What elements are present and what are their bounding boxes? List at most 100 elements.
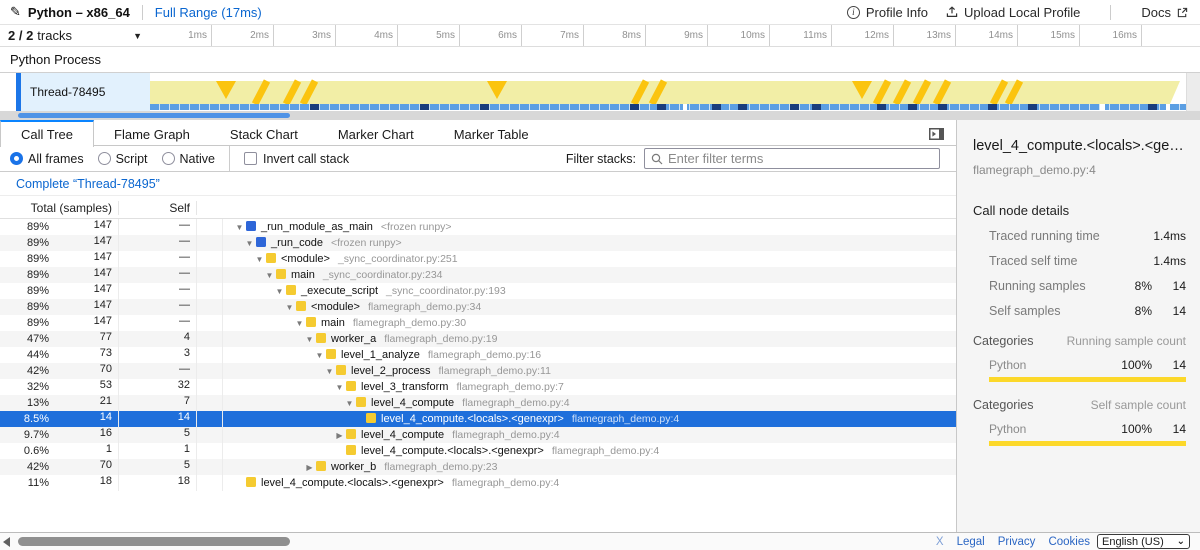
docs-link[interactable]: Docs [1141, 5, 1188, 20]
footer-link-cookies[interactable]: Cookies [1048, 536, 1090, 548]
radio-native[interactable]: Native [162, 152, 215, 166]
radio-icon [98, 152, 111, 165]
twisty-icon[interactable]: ▶ [303, 463, 316, 472]
call-node[interactable]: level_4_compute.<locals>.<genexpr>flameg… [223, 445, 956, 457]
column-total-samples[interactable]: Total (samples) [0, 201, 119, 215]
tab-call-tree[interactable]: Call Tree [0, 120, 94, 147]
call-tree-row[interactable]: 13%217▼level_4_computeflamegraph_demo.py… [0, 395, 956, 411]
call-node[interactable]: ▼_run_module_as_main<frozen runpy> [223, 221, 956, 233]
twisty-icon[interactable]: ▼ [343, 399, 356, 408]
filter-search-box[interactable] [644, 148, 940, 169]
thread-track-row[interactable]: Thread-78495 [0, 73, 1200, 111]
sidebar-toggle-icon[interactable] [929, 127, 944, 145]
row-percent: 11% [0, 477, 55, 489]
ruler-tick: 7ms [522, 25, 584, 46]
twisty-icon[interactable]: ▼ [273, 287, 286, 296]
radio-script[interactable]: Script [98, 152, 148, 166]
call-tree-row[interactable]: 89%147—▼_run_module_as_main<frozen runpy… [0, 219, 956, 235]
twisty-icon[interactable]: ▼ [313, 351, 326, 360]
call-tree-row[interactable]: 47%774▼worker_aflamegraph_demo.py:19 [0, 331, 956, 347]
call-node-details-heading: Call node details [973, 203, 1186, 218]
row-percent: 89% [0, 221, 55, 233]
call-tree-row[interactable]: 42%70—▼level_2_processflamegraph_demo.py… [0, 363, 956, 379]
twisty-icon[interactable]: ▼ [243, 239, 256, 248]
twisty-icon[interactable]: ▼ [283, 303, 296, 312]
ruler-tick: 4ms [336, 25, 398, 46]
call-node[interactable]: ▶worker_bflamegraph_demo.py:23 [223, 461, 956, 473]
call-node[interactable]: ▶level_4_computeflamegraph_demo.py:4 [223, 429, 956, 441]
call-tree-row[interactable]: 0.6%11level_4_compute.<locals>.<genexpr>… [0, 443, 956, 459]
category-icon [306, 317, 316, 327]
twisty-icon[interactable]: ▼ [253, 255, 266, 264]
tab-stack-chart[interactable]: Stack Chart [210, 120, 318, 146]
call-node[interactable]: ▼level_1_analyzeflamegraph_demo.py:16 [223, 349, 956, 361]
full-range-link[interactable]: Full Range (17ms) [155, 5, 262, 20]
chevron-down-icon: ▼ [133, 31, 142, 41]
call-node[interactable]: ▼level_3_transformflamegraph_demo.py:7 [223, 381, 956, 393]
tab-marker-chart[interactable]: Marker Chart [318, 120, 434, 146]
call-tree-row[interactable]: 89%147—▼main_sync_coordinator.py:234 [0, 267, 956, 283]
filter-search-input[interactable] [668, 151, 933, 166]
row-self: 5 [119, 427, 197, 443]
breadcrumb-complete-thread[interactable]: Complete “Thread-78495” [16, 177, 160, 191]
call-tree-row[interactable]: 89%147—▼mainflamegraph_demo.py:30 [0, 315, 956, 331]
function-name: <module> [311, 301, 360, 313]
call-node[interactable]: level_4_compute.<locals>.<genexpr>flameg… [223, 477, 956, 489]
upload-profile-button[interactable]: Upload Local Profile [946, 5, 1080, 20]
call-node[interactable]: ▼main_sync_coordinator.py:234 [223, 269, 956, 281]
call-node[interactable]: level_4_compute.<locals>.<genexpr>flameg… [223, 413, 956, 425]
category-icon [256, 237, 266, 247]
ruler-tick: 1ms [150, 25, 212, 46]
tab-marker-table[interactable]: Marker Table [434, 120, 549, 146]
profile-info-button[interactable]: i Profile Info [847, 5, 928, 20]
breadcrumb-row: Complete “Thread-78495” [0, 172, 956, 196]
twisty-icon[interactable]: ▼ [323, 367, 336, 376]
timeline-scroll-thumb[interactable] [18, 113, 290, 118]
edit-pencil-icon[interactable]: ✎ [10, 4, 21, 20]
call-tree-row[interactable]: 89%147—▼<module>flamegraph_demo.py:34 [0, 299, 956, 315]
category-header: CategoriesRunning sample count [973, 334, 1186, 348]
row-total: 147 [55, 267, 119, 283]
call-node[interactable]: ▼<module>flamegraph_demo.py:34 [223, 301, 956, 313]
horizontal-scroll-thumb[interactable] [18, 537, 290, 546]
footer-link-legal[interactable]: Legal [957, 536, 985, 548]
thread-track-label[interactable]: Thread-78495 [21, 73, 150, 111]
timeline-tracks-area: Python Process Thread-78495 [0, 47, 1200, 120]
call-node[interactable]: ▼level_4_computeflamegraph_demo.py:4 [223, 397, 956, 409]
call-tree-row[interactable]: 89%147—▼_execute_script_sync_coordinator… [0, 283, 956, 299]
twisty-icon[interactable]: ▼ [233, 223, 246, 232]
twisty-icon[interactable]: ▼ [333, 383, 346, 392]
column-self[interactable]: Self [119, 201, 197, 215]
call-node[interactable]: ▼_run_code<frozen runpy> [223, 237, 956, 249]
call-node[interactable]: ▼worker_aflamegraph_demo.py:19 [223, 333, 956, 345]
twisty-icon[interactable]: ▼ [303, 335, 316, 344]
call-node[interactable]: ▼_execute_script_sync_coordinator.py:193 [223, 285, 956, 297]
call-tree-row[interactable]: 9.7%165▶level_4_computeflamegraph_demo.p… [0, 427, 956, 443]
footer-link-privacy[interactable]: Privacy [998, 536, 1036, 548]
twisty-icon[interactable]: ▶ [333, 431, 346, 440]
twisty-icon[interactable]: ▼ [263, 271, 276, 280]
scroll-left-arrow-icon[interactable] [3, 537, 10, 547]
call-tree-row[interactable]: 89%147—▼_run_code<frozen runpy> [0, 235, 956, 251]
call-tree-row[interactable]: 8.5%1414level_4_compute.<locals>.<genexp… [0, 411, 956, 427]
footer-link-x[interactable]: X [936, 536, 944, 548]
call-tree-row[interactable]: 44%733▼level_1_analyzeflamegraph_demo.py… [0, 347, 956, 363]
process-track-header[interactable]: Python Process [0, 47, 1200, 73]
radio-all-frames[interactable]: All frames [10, 152, 84, 166]
timeline-horizontal-scrollbar[interactable] [0, 111, 1200, 120]
call-tree-row[interactable]: 32%5332▼level_3_transformflamegraph_demo… [0, 379, 956, 395]
twisty-icon[interactable]: ▼ [293, 319, 306, 328]
language-select[interactable]: English (US) ⌄ [1097, 534, 1190, 549]
call-tree-row[interactable]: 42%705▶worker_bflamegraph_demo.py:23 [0, 459, 956, 475]
tracks-dropdown[interactable]: 2 / 2 tracks ▼ [0, 25, 150, 46]
call-node[interactable]: ▼<module>_sync_coordinator.py:251 [223, 253, 956, 265]
invert-call-stack-checkbox[interactable]: Invert call stack [244, 152, 349, 166]
activity-graph[interactable] [150, 73, 1200, 111]
row-self: — [119, 219, 197, 235]
tab-flame-graph[interactable]: Flame Graph [94, 120, 210, 146]
call-node[interactable]: ▼mainflamegraph_demo.py:30 [223, 317, 956, 329]
call-tree-row[interactable]: 11%1818level_4_compute.<locals>.<genexpr… [0, 475, 956, 491]
call-node[interactable]: ▼level_2_processflamegraph_demo.py:11 [223, 365, 956, 377]
call-tree-row[interactable]: 89%147—▼<module>_sync_coordinator.py:251 [0, 251, 956, 267]
row-total: 147 [55, 283, 119, 299]
